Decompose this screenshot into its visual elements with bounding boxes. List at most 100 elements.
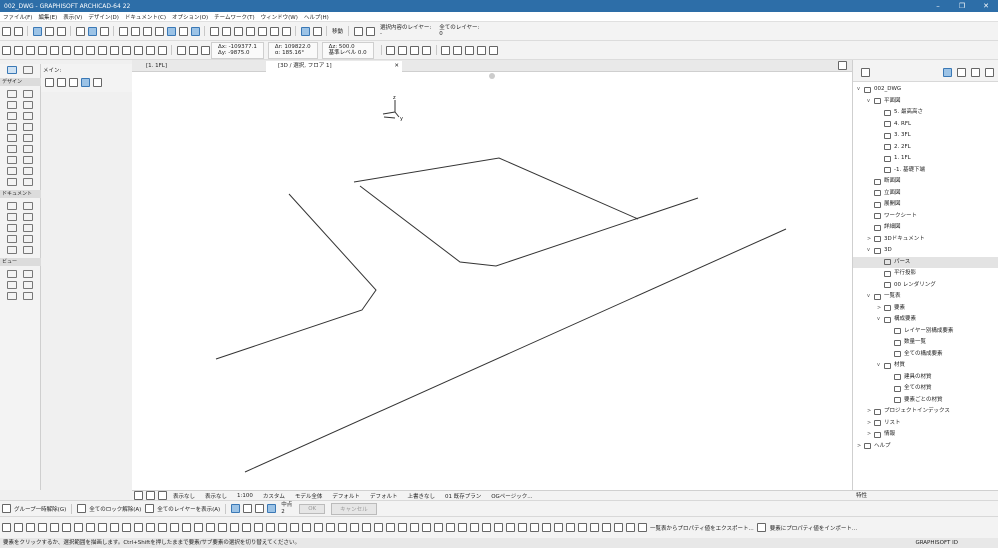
tree-expand-icon[interactable]: v <box>867 291 874 303</box>
check-icon[interactable] <box>242 504 252 513</box>
qo-icon-39[interactable] <box>457 523 467 532</box>
surface-set[interactable]: OGページック... <box>491 492 532 500</box>
move-label[interactable]: 移動 <box>332 27 343 35</box>
zone-tool-icon[interactable] <box>7 178 17 186</box>
label-icon[interactable] <box>23 213 33 221</box>
section-tool-icon[interactable] <box>7 270 17 278</box>
undo-view[interactable]: 表示なし <box>173 492 195 500</box>
override-set[interactable]: 上書きなし <box>407 492 435 500</box>
qo-icon-19[interactable] <box>217 523 227 532</box>
tree-item[interactable]: v 一覧表 <box>853 291 901 303</box>
spline-icon[interactable] <box>7 246 17 254</box>
tree-item[interactable]: v 構成要素 <box>853 314 916 326</box>
tree-item[interactable]: 00 レンダリング <box>853 280 936 292</box>
tree-item[interactable]: パース <box>853 256 998 268</box>
object-icon[interactable] <box>109 45 119 55</box>
qo-icon-4[interactable] <box>37 523 47 532</box>
layer-combo[interactable]: カスタム <box>263 492 285 500</box>
inject-icon[interactable] <box>44 26 54 36</box>
mesh-icon[interactable] <box>133 45 143 55</box>
fit-icon[interactable] <box>157 491 167 500</box>
tree-item[interactable]: 建具の材質 <box>853 372 932 384</box>
tree-item[interactable]: 4. RFL <box>853 119 911 131</box>
tree-expand-icon[interactable]: > <box>867 406 874 418</box>
door-icon[interactable] <box>61 45 71 55</box>
menu-file[interactable]: ファイル(F) <box>0 13 35 21</box>
qo-icon-40[interactable] <box>469 523 479 532</box>
graphisoft-id[interactable]: GRAPHISOFT ID <box>915 538 958 548</box>
chain-icon[interactable] <box>365 26 375 36</box>
qo-icon-29[interactable] <box>337 523 347 532</box>
snap-mode-value[interactable]: 2 <box>281 509 292 516</box>
tree-expand-icon[interactable]: v <box>867 96 874 108</box>
tree-item[interactable]: -1. 基礎下端 <box>853 165 925 177</box>
qo-icon-31[interactable] <box>361 523 371 532</box>
tree-item[interactable]: 数量一覧 <box>853 337 926 349</box>
suspend-group-icon[interactable] <box>1 504 11 513</box>
dimension-tool-icon[interactable] <box>7 202 17 210</box>
qo-icon-7[interactable] <box>73 523 83 532</box>
line-tool-icon[interactable] <box>23 224 33 232</box>
tree-item[interactable]: v 材質 <box>853 360 905 372</box>
info-icon-2[interactable] <box>56 78 66 87</box>
tree-item[interactable]: 立面図 <box>853 188 901 200</box>
info-icon-3[interactable] <box>68 78 78 87</box>
qo-icon-24[interactable] <box>277 523 287 532</box>
renovation-icon[interactable] <box>489 45 499 55</box>
measure-icon[interactable] <box>233 26 243 36</box>
skylight-icon[interactable] <box>23 101 33 109</box>
pen-icon[interactable] <box>465 45 475 55</box>
interior-elev-icon[interactable] <box>7 281 17 289</box>
qo-icon-9[interactable] <box>97 523 107 532</box>
qo-icon-16[interactable] <box>181 523 191 532</box>
qo-icon-41[interactable] <box>481 523 491 532</box>
grid-icon[interactable] <box>118 26 128 36</box>
tree-item[interactable]: v 002_DWG <box>853 84 901 96</box>
ok-button[interactable]: OK <box>299 503 326 514</box>
tree-expand-icon[interactable]: > <box>867 418 874 430</box>
dimension-set[interactable]: デフォルト <box>370 492 398 500</box>
qo-icon-17[interactable] <box>193 523 203 532</box>
redo-icon[interactable] <box>13 26 23 36</box>
info-cursor-icon[interactable] <box>92 78 102 87</box>
railing-tool-icon[interactable] <box>23 178 33 186</box>
qo-icon-37[interactable] <box>433 523 443 532</box>
menu-help[interactable]: ヘルプ(H) <box>301 13 332 21</box>
qo-icon-23[interactable] <box>265 523 275 532</box>
unlock-icon[interactable] <box>76 504 86 513</box>
menu-window[interactable]: ウィンドウ(W) <box>258 13 301 21</box>
tree-item[interactable]: 全ての材質 <box>853 383 932 395</box>
undo-icon[interactable] <box>1 26 11 36</box>
lamp-icon[interactable] <box>23 167 33 175</box>
fill-tool-icon[interactable] <box>7 224 17 232</box>
arrow-select-icon[interactable] <box>7 66 17 74</box>
dimension-icon[interactable] <box>145 45 155 55</box>
window-tool2-icon[interactable] <box>7 101 17 109</box>
qo-icon-11[interactable] <box>121 523 131 532</box>
zoom-in-icon[interactable] <box>145 491 155 500</box>
marquee-icon[interactable] <box>23 66 33 74</box>
menu-edit[interactable]: 編集(E) <box>35 13 60 21</box>
text-tool-icon[interactable] <box>7 213 17 221</box>
angle-icon[interactable] <box>257 26 267 36</box>
delta-y-value[interactable]: Δy: -9875.0 <box>218 50 257 57</box>
tree-item[interactable]: > 要素 <box>853 303 905 315</box>
qo-icon-33[interactable] <box>385 523 395 532</box>
qo-icon-18[interactable] <box>205 523 215 532</box>
mesh-tool-icon[interactable] <box>23 156 33 164</box>
shell-icon[interactable] <box>23 145 33 153</box>
lock-icon[interactable] <box>154 26 164 36</box>
qo-icon-32[interactable] <box>373 523 383 532</box>
fill-icon[interactable] <box>477 45 487 55</box>
qo-icon-49[interactable] <box>577 523 587 532</box>
tree-item[interactable]: 詳細図 <box>853 222 901 234</box>
wall-tool-icon[interactable] <box>7 90 17 98</box>
railing-icon[interactable] <box>97 45 107 55</box>
qo-icon-2[interactable] <box>13 523 23 532</box>
tree-item[interactable]: v 平面図 <box>853 96 901 108</box>
qo-icon-52[interactable] <box>613 523 623 532</box>
qo-icon-51[interactable] <box>601 523 611 532</box>
delta-xy-box[interactable]: Δx: -109377.1 Δy: -9875.0 <box>211 41 264 59</box>
export-properties-button[interactable]: 一覧表からプロパティ値をエクスポート... <box>650 524 754 532</box>
wall-icon[interactable] <box>1 45 11 55</box>
